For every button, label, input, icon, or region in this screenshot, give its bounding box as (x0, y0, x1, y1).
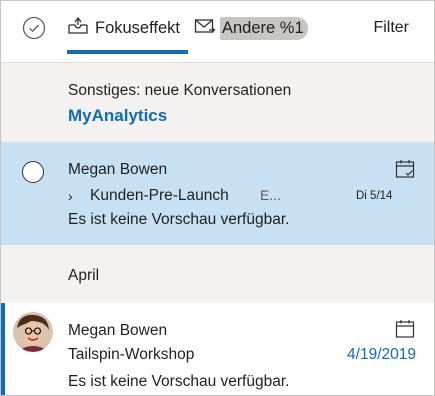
tab-focused-label: Fokuseffekt (95, 18, 180, 37)
avatar (13, 312, 53, 352)
message-thread-extra: E... (260, 187, 282, 203)
focused-inbox-icon (67, 16, 89, 41)
notice-text: Sonstiges: neue Konversationen (68, 82, 292, 99)
message-date: 4/19/2019 (347, 346, 416, 363)
message-list-pane: Fokuseffekt Andere %1 Filter Sonstiges: … (0, 0, 435, 396)
tab-other[interactable]: Andere %1 (194, 11, 308, 45)
unread-indicator-bar (1, 303, 5, 395)
group-header-april: April (1, 245, 434, 303)
message-sender: Megan Bowen (68, 161, 168, 178)
calendar-icon (395, 319, 415, 339)
expand-thread-chevron-icon[interactable]: › (68, 188, 73, 204)
select-message-radio[interactable] (22, 161, 44, 183)
tab-other-label: Andere %1 (220, 16, 308, 40)
message-sender: Megan Bowen (68, 322, 168, 339)
message-thread-subject: Kunden-Pre-Launch (90, 187, 229, 204)
active-tab-indicator (67, 50, 188, 54)
message-date: Di 5/14 (356, 190, 393, 202)
select-all-checkmark-icon[interactable] (22, 16, 46, 40)
message-preview: Es ist keine Vorschau verfügbar. (68, 373, 290, 390)
other-inbox-icon (194, 17, 216, 40)
message-row-selected[interactable]: Megan Bowen › Kunden-Pre-Launch E... Di … (1, 142, 434, 245)
other-inbox-notice: Sonstiges: neue Konversationen MyAnalyti… (1, 63, 434, 142)
message-row-unread[interactable]: Megan Bowen Tailspin-Workshop 4/19/2019 … (1, 303, 434, 395)
filter-button[interactable]: Filter (373, 19, 409, 37)
message-subject: Tailspin-Workshop (68, 346, 195, 363)
myanalytics-link[interactable]: MyAnalytics (68, 106, 167, 126)
group-header-label: April (68, 267, 100, 284)
message-list-header: Fokuseffekt Andere %1 Filter (1, 1, 434, 63)
tab-focused[interactable]: Fokuseffekt (67, 11, 180, 45)
calendar-check-icon (395, 159, 415, 179)
message-preview: Es ist keine Vorschau verfügbar. (68, 211, 290, 228)
